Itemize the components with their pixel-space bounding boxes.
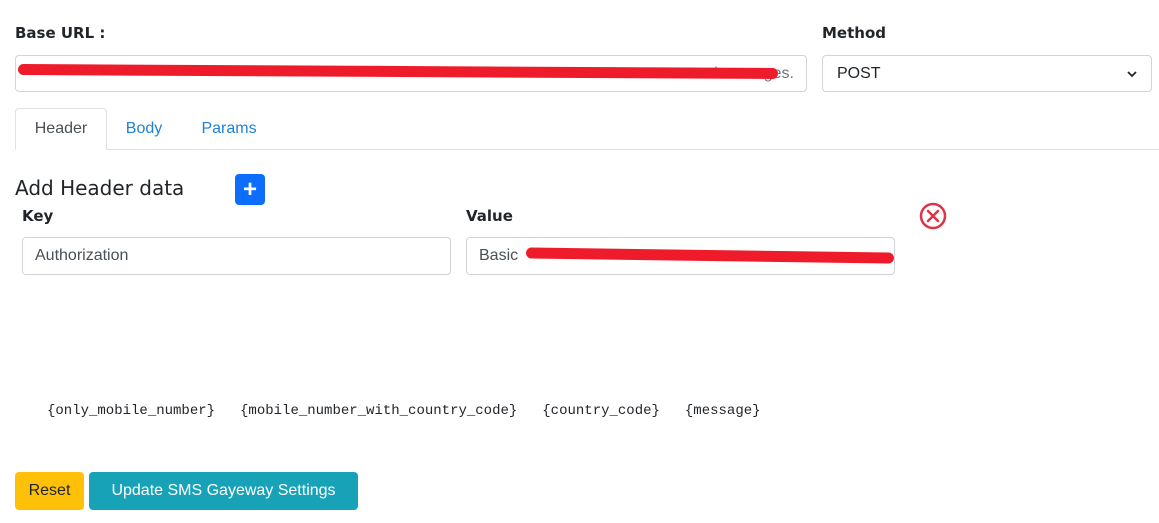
- placeholder-token[interactable]: {mobile_number_with_country_code}: [240, 403, 517, 419]
- header-key-input[interactable]: Authorization: [22, 237, 451, 275]
- placeholder-token[interactable]: {message}: [685, 403, 761, 419]
- header-value-value: Basic: [479, 247, 523, 264]
- placeholder-tokens: {only_mobile_number} {mobile_number_with…: [47, 403, 761, 419]
- value-label: Value: [466, 207, 513, 225]
- tabs-divider: [15, 149, 1159, 150]
- base-url-label: Base URL :: [15, 24, 106, 42]
- header-key-value: Authorization: [35, 247, 129, 264]
- tab-header[interactable]: Header: [15, 108, 107, 150]
- method-select[interactable]: POST: [822, 55, 1152, 92]
- tab-params[interactable]: Params: [188, 108, 270, 150]
- chevron-down-icon: [1127, 70, 1137, 77]
- placeholder-token[interactable]: {country_code}: [542, 403, 660, 419]
- placeholder-token[interactable]: {only_mobile_number}: [47, 403, 215, 419]
- add-header-button[interactable]: +: [235, 174, 265, 205]
- method-selected-value: POST: [837, 64, 881, 82]
- section-title: Add Header data: [15, 176, 185, 200]
- reset-button[interactable]: Reset: [15, 472, 84, 510]
- key-label: Key: [22, 207, 54, 225]
- close-circle-icon[interactable]: [919, 202, 947, 230]
- method-label: Method: [822, 24, 886, 42]
- update-settings-button[interactable]: Update SMS Gayeway Settings: [89, 472, 358, 510]
- tab-body[interactable]: Body: [112, 108, 176, 150]
- plus-icon: +: [242, 175, 257, 203]
